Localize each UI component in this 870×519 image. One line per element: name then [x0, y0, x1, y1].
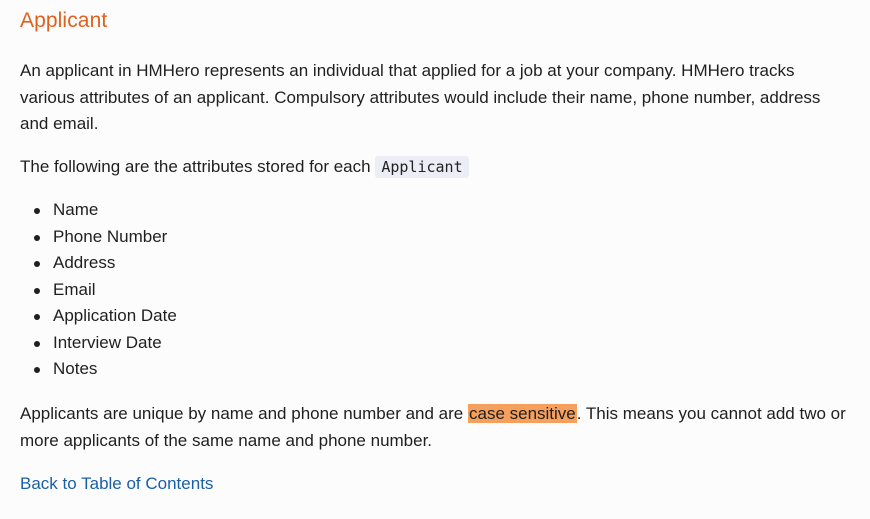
- attributes-intro-text: The following are the attributes stored …: [20, 157, 371, 176]
- bullet-icon: [34, 261, 40, 267]
- list-item: Address: [34, 250, 177, 277]
- section-heading: Applicant: [20, 9, 108, 32]
- list-item-label: Application Date: [53, 306, 177, 325]
- attributes-intro-paragraph: The following are the attributes stored …: [20, 154, 469, 181]
- list-item: Notes: [34, 356, 177, 383]
- bullet-icon: [34, 208, 40, 214]
- applicant-code: Applicant: [375, 156, 469, 178]
- list-item-label: Interview Date: [53, 332, 162, 352]
- list-item: Email: [34, 277, 177, 304]
- back-to-toc-link[interactable]: Back to Table of Contents: [20, 471, 213, 497]
- list-item-label: Email: [53, 279, 96, 299]
- bullet-icon: [34, 314, 40, 320]
- list-item: Phone Number: [34, 224, 177, 251]
- list-item: Interview Date: [34, 330, 177, 357]
- case-sensitive-highlight: case sensitive: [467, 404, 577, 423]
- attributes-list: Name Phone Number Address Email Applicat…: [20, 197, 177, 383]
- bullet-icon: [34, 287, 40, 294]
- bullet-icon: [34, 367, 40, 373]
- uniqueness-paragraph: Applicants are unique by name and phone …: [20, 401, 850, 454]
- bullet-icon: [34, 340, 40, 347]
- uniqueness-text-before: Applicants are unique by name and phone …: [20, 404, 468, 423]
- bullet-icon: [34, 234, 40, 241]
- list-item-label: Notes: [53, 359, 98, 378]
- list-item-label: Address: [53, 253, 116, 272]
- list-item-label: Name: [53, 200, 99, 219]
- intro-paragraph: An applicant in HMHero represents an ind…: [20, 61, 821, 133]
- list-item: Name: [34, 197, 177, 224]
- list-item: Application Date: [34, 303, 177, 330]
- list-item-label: Phone Number: [53, 226, 168, 246]
